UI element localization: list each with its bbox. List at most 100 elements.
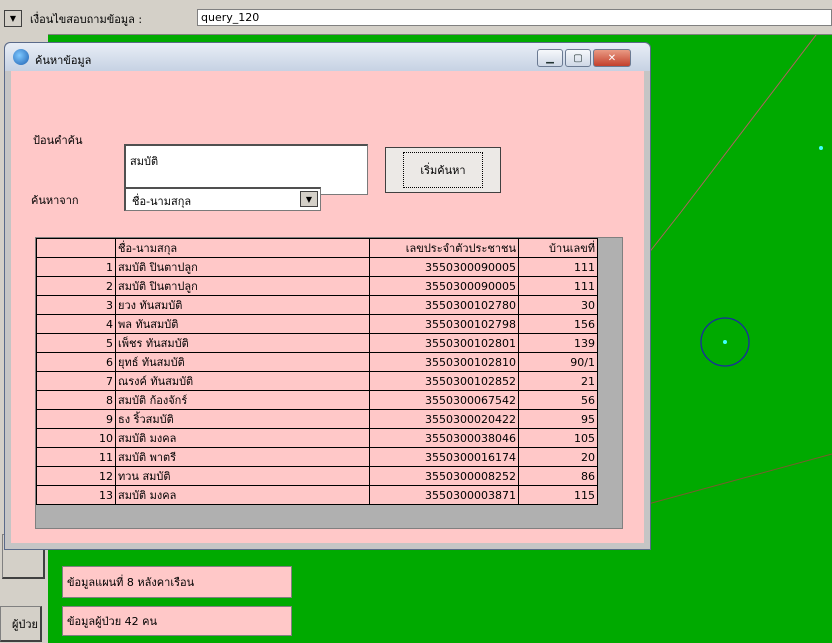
house-number-cell[interactable]: 156 [518, 314, 598, 334]
house-number-cell[interactable]: 111 [518, 257, 598, 277]
row-number: 8 [36, 390, 116, 410]
search-from-label: ค้นหาจาก [31, 194, 79, 207]
patient-info-text: ข้อมูลผู้ป่วย 42 คน [67, 615, 158, 628]
row-number: 3 [36, 295, 116, 315]
name-column-header[interactable]: ชื่อ-นามสกุล [115, 238, 370, 258]
dialog-titlebar[interactable]: ค้นหาข้อมูล ▁ ▢ ✕ [5, 43, 650, 71]
house-number-cell[interactable]: 90/1 [518, 352, 598, 372]
row-number: 10 [36, 428, 116, 448]
results-table: ชื่อ-นามสกุล เลขประจำตัวประชาชน บ้านเลขท… [36, 238, 598, 505]
citizen-id-cell[interactable]: 3550300020422 [369, 409, 519, 429]
row-number: 7 [36, 371, 116, 391]
table-row[interactable]: 12 ทวน สมบัติ 3550300008252 86 [36, 466, 598, 486]
citizen-id-cell[interactable]: 3550300090005 [369, 276, 519, 296]
start-search-label: เริ่มค้นหา [403, 152, 483, 188]
minimize-button[interactable]: ▁ [537, 49, 563, 67]
patient-info-panel: ข้อมูลผู้ป่วย 42 คน [62, 606, 292, 636]
name-cell[interactable]: ณรงค์ ทันสมบัติ [115, 371, 370, 391]
query-toolbar: ▼ เงื่อนไขสอบถามข้อมูล : query_120 [0, 0, 832, 35]
maximize-button[interactable]: ▢ [565, 49, 591, 67]
name-cell[interactable]: เพ็ชร ทันสมบัติ [115, 333, 370, 353]
table-row[interactable]: 4 พล ทันสมบัติ 3550300102798 156 [36, 314, 598, 334]
results-grid[interactable]: ชื่อ-นามสกุล เลขประจำตัวประชาชน บ้านเลขท… [35, 237, 623, 529]
name-cell[interactable]: สมบัติ พาตรี [115, 447, 370, 467]
citizen-id-cell[interactable]: 3550300102780 [369, 295, 519, 315]
row-number: 2 [36, 276, 116, 296]
table-row[interactable]: 6 ยุทธ์ ทันสมบัติ 3550300102810 90/1 [36, 352, 598, 372]
row-number: 11 [36, 447, 116, 467]
road-line [647, 211, 682, 255]
citizen-id-cell[interactable]: 3550300003871 [369, 485, 519, 505]
house-number-cell[interactable]: 21 [518, 371, 598, 391]
name-cell[interactable]: ทวน สมบัติ [115, 466, 370, 486]
house-number-cell[interactable]: 139 [518, 333, 598, 353]
name-cell[interactable]: สมบัติ มงคล [115, 485, 370, 505]
house-number-column-header[interactable]: บ้านเลขที่ [518, 238, 598, 258]
name-cell[interactable]: ยุทธ์ ทันสมบัติ [115, 352, 370, 372]
search-field-value: ชื่อ-นามสกุล [132, 195, 192, 208]
road-line [680, 34, 818, 213]
query-field[interactable]: query_120 [197, 9, 832, 26]
house-marker [723, 340, 727, 344]
dialog-body: ป้อนคำค้น สมบัติ เริ่มค้นหา ค้นหาจาก ชื่… [11, 71, 644, 543]
house-number-cell[interactable]: 115 [518, 485, 598, 505]
citizen-id-cell[interactable]: 3550300016174 [369, 447, 519, 467]
search-input-value: สมบัติ [130, 155, 159, 168]
table-row[interactable]: 2 สมบัติ ปินตาปลูก 3550300090005 111 [36, 276, 598, 296]
search-field-select[interactable]: ชื่อ-นามสกุล ▼ [124, 187, 321, 211]
house-number-cell[interactable]: 105 [518, 428, 598, 448]
citizen-id-cell[interactable]: 3550300102810 [369, 352, 519, 372]
table-row[interactable]: 5 เพ็ชร ทันสมบัติ 3550300102801 139 [36, 333, 598, 353]
row-number: 13 [36, 485, 116, 505]
house-number-cell[interactable]: 111 [518, 276, 598, 296]
house-number-cell[interactable]: 95 [518, 409, 598, 429]
name-cell[interactable]: ยวง ทันสมบัติ [115, 295, 370, 315]
table-row[interactable]: 1 สมบัติ ปินตาปลูก 3550300090005 111 [36, 257, 598, 277]
row-number: 4 [36, 314, 116, 334]
citizen-id-cell[interactable]: 3550300102801 [369, 333, 519, 353]
citizen-id-cell[interactable]: 3550300067542 [369, 390, 519, 410]
citizen-id-cell[interactable]: 3550300102798 [369, 314, 519, 334]
dropdown-arrow-icon[interactable]: ▼ [4, 10, 22, 27]
house-number-cell[interactable]: 30 [518, 295, 598, 315]
row-number: 12 [36, 466, 116, 486]
table-header-row: ชื่อ-นามสกุล เลขประจำตัวประชาชน บ้านเลขท… [36, 238, 598, 258]
row-number: 6 [36, 352, 116, 372]
table-row[interactable]: 7 ณรงค์ ทันสมบัติ 3550300102852 21 [36, 371, 598, 391]
search-dialog: ค้นหาข้อมูล ▁ ▢ ✕ ป้อนคำค้น สมบัติ เริ่ม… [4, 42, 651, 550]
citizen-id-cell[interactable]: 3550300102852 [369, 371, 519, 391]
name-cell[interactable]: พล ทันสมบัติ [115, 314, 370, 334]
start-search-button[interactable]: เริ่มค้นหา [385, 147, 501, 193]
chevron-down-icon[interactable]: ▼ [300, 191, 318, 207]
table-row[interactable]: 13 สมบัติ มงคล 3550300003871 115 [36, 485, 598, 505]
name-cell[interactable]: สมบัติ ปินตาปลูก [115, 257, 370, 277]
house-number-cell[interactable]: 56 [518, 390, 598, 410]
row-number: 5 [36, 333, 116, 353]
search-label: ป้อนคำค้น [33, 134, 83, 147]
name-cell[interactable]: สมบัติ ก้องจักร์ [115, 390, 370, 410]
map-info-text: ข้อมูลแผนที่ 8 หลังคาเรือน [67, 576, 195, 589]
dialog-title: ค้นหาข้อมูล [35, 54, 92, 67]
house-marker [819, 146, 823, 150]
table-row[interactable]: 9 ธง ริ้วสมบัติ 3550300020422 95 [36, 409, 598, 429]
table-row[interactable]: 10 สมบัติ มงคล 3550300038046 105 [36, 428, 598, 448]
house-number-cell[interactable]: 86 [518, 466, 598, 486]
patient-button[interactable]: ผู้ป่วย [0, 606, 42, 642]
name-cell[interactable]: สมบัติ ปินตาปลูก [115, 276, 370, 296]
citizen-id-cell[interactable]: 3550300038046 [369, 428, 519, 448]
row-number: 9 [36, 409, 116, 429]
close-button[interactable]: ✕ [593, 49, 631, 67]
citizen-id-cell[interactable]: 3550300008252 [369, 466, 519, 486]
name-cell[interactable]: ธง ริ้วสมบัติ [115, 409, 370, 429]
table-row[interactable]: 3 ยวง ทันสมบัติ 3550300102780 30 [36, 295, 598, 315]
house-number-cell[interactable]: 20 [518, 447, 598, 467]
row-number-header [36, 238, 116, 258]
globe-icon [13, 49, 29, 65]
citizen-id-cell[interactable]: 3550300090005 [369, 257, 519, 277]
patient-button-label: ผู้ป่วย [11, 617, 38, 631]
name-cell[interactable]: สมบัติ มงคล [115, 428, 370, 448]
map-info-panel: ข้อมูลแผนที่ 8 หลังคาเรือน [62, 566, 292, 598]
table-row[interactable]: 8 สมบัติ ก้องจักร์ 3550300067542 56 [36, 390, 598, 410]
table-row[interactable]: 11 สมบัติ พาตรี 3550300016174 20 [36, 447, 598, 467]
citizen-id-column-header[interactable]: เลขประจำตัวประชาชน [369, 238, 519, 258]
